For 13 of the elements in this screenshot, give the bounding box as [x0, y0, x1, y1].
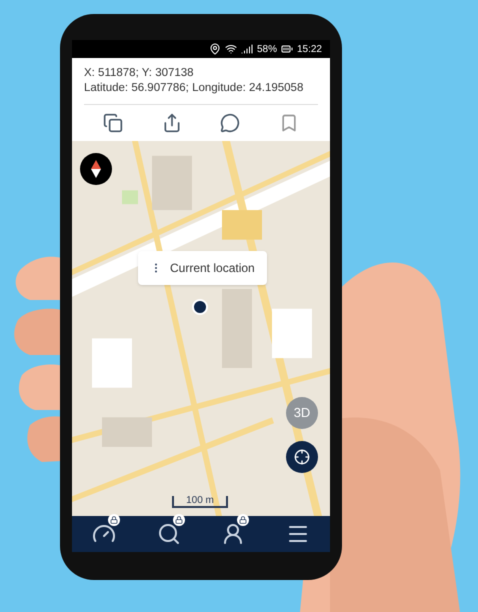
xy-coordinates: X: 511878; Y: 307138 [84, 66, 195, 81]
copy-icon [103, 113, 124, 133]
lat-long-coordinates: Latitude: 56.907786; Longitude: 24.195058 [84, 81, 304, 96]
clock: 15:22 [296, 42, 322, 56]
location-icon [208, 43, 221, 55]
chat-button[interactable] [220, 113, 240, 133]
battery-icon [280, 43, 293, 55]
share-button[interactable] [162, 113, 182, 133]
chat-icon [220, 113, 240, 133]
share-icon [162, 113, 182, 133]
battery-percent: 58% [256, 42, 277, 56]
copy-button[interactable] [103, 113, 124, 133]
search-icon [156, 522, 181, 546]
